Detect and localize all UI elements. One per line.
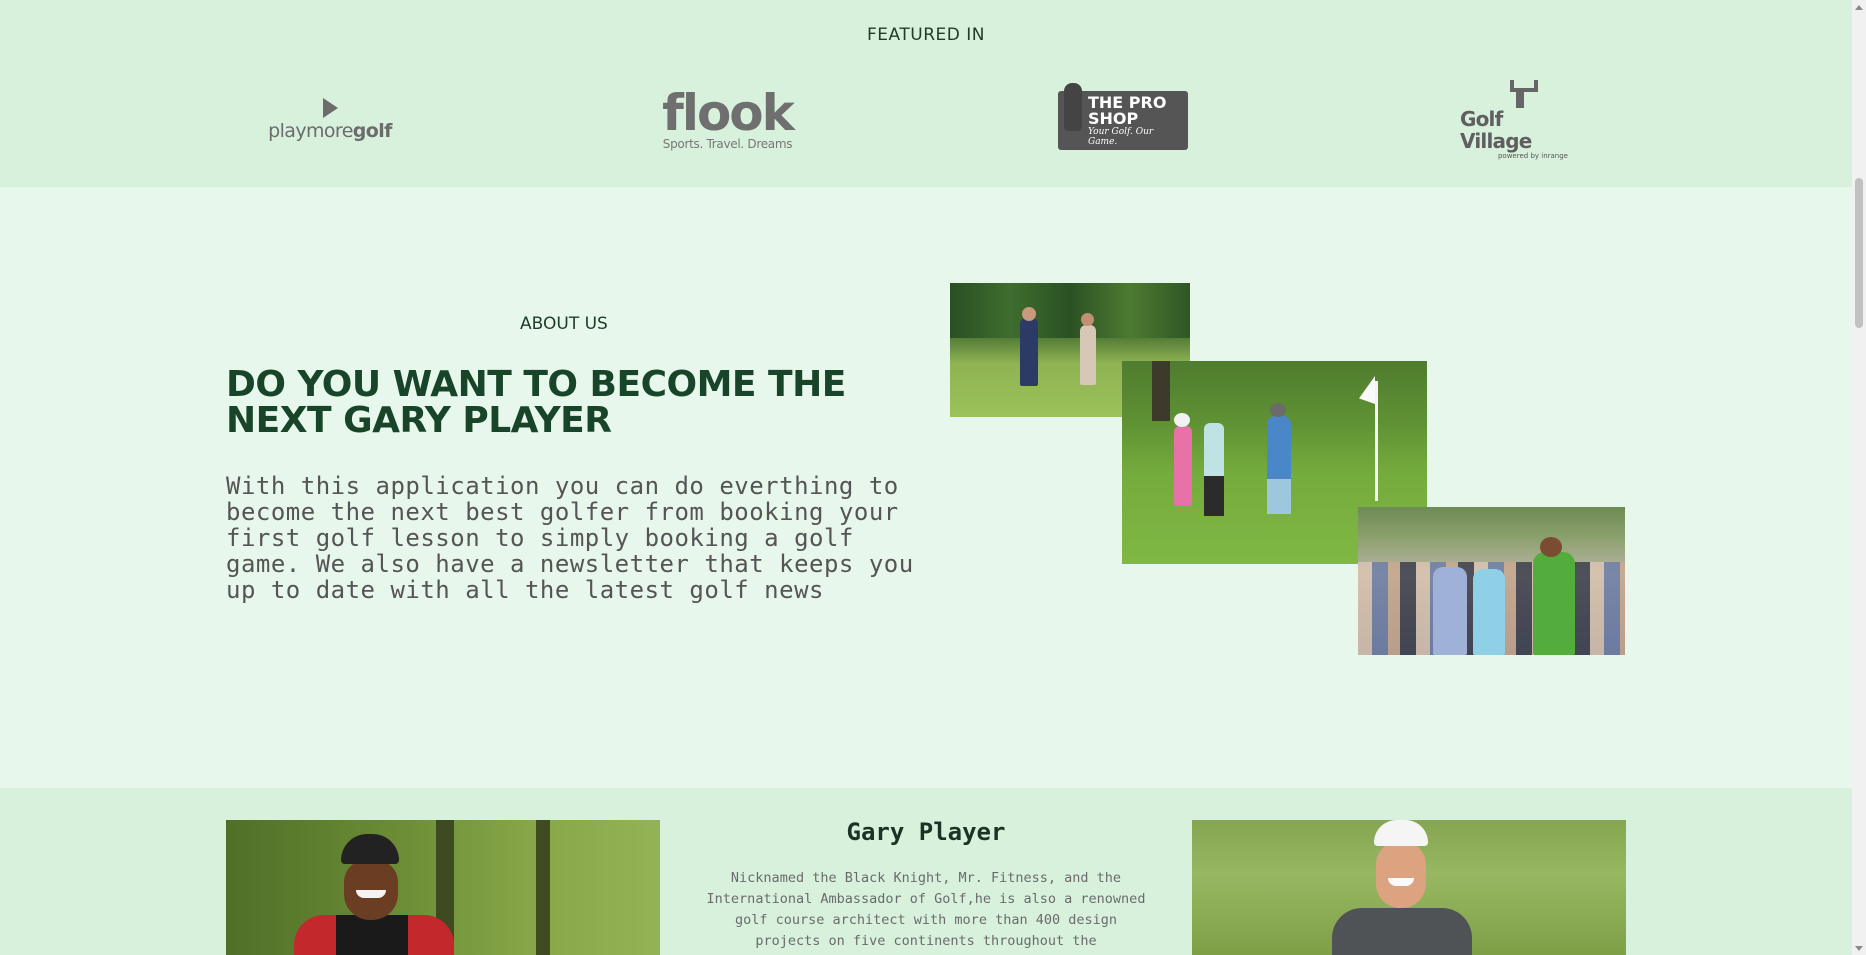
featured-title: FEATURED IN [867, 25, 985, 45]
chevron-up-icon [1855, 4, 1863, 10]
player-name: Gary Player [846, 818, 1006, 846]
player-photo-left [226, 820, 660, 955]
players-section: Gary Player Nicknamed the Black Knight, … [0, 788, 1852, 955]
proshop-badge: THE PRO SHOP Your Golf. Our Game. [1058, 82, 1188, 150]
chevron-down-icon [1855, 945, 1863, 951]
golfvillage-logo-text: Golf Village [1460, 107, 1532, 153]
flook-logo[interactable]: flook Sports. Travel. Dreams [655, 80, 800, 160]
proshop-logo[interactable]: THE PRO SHOP Your Golf. Our Game. [1058, 80, 1188, 160]
playmoregolf-logo[interactable]: playmoregolf [260, 80, 400, 160]
scrollbar-thumb[interactable] [1855, 178, 1863, 328]
golf-crowd-swing-photo [1358, 507, 1625, 655]
proshop-tagline: Your Golf. Our Game. [1088, 126, 1154, 147]
golfvillage-tagline: powered by inrange [1497, 152, 1568, 160]
player-bio: Nicknamed the Black Knight, Mr. Fitness,… [706, 870, 1146, 949]
about-label: ABOUT US [520, 314, 608, 334]
playmoregolf-logo-text: playmoregolf [268, 120, 392, 142]
page: FEATURED IN playmoregolf flook Sports. T… [0, 0, 1852, 955]
about-section: ABOUT US DO YOU WANT TO BECOME THE NEXT … [0, 187, 1852, 788]
golfer-figure-icon [1064, 82, 1082, 131]
featured-section: FEATURED IN playmoregolf flook Sports. T… [0, 0, 1852, 187]
scroll-up-button[interactable] [1852, 0, 1866, 14]
scroll-down-button[interactable] [1852, 941, 1866, 955]
flook-tagline: Sports. Travel. Dreams [662, 137, 793, 151]
flook-logo-text: flook [662, 84, 795, 142]
about-heading: DO YOU WANT TO BECOME THE NEXT GARY PLAY… [226, 364, 846, 441]
about-description: With this application you can do everthi… [226, 472, 914, 604]
golfvillage-logo[interactable]: Golf Village powered by inrange [1460, 80, 1580, 160]
vertical-scrollbar[interactable] [1852, 0, 1866, 955]
play-icon [322, 98, 338, 118]
proshop-logo-text: THE PRO SHOP [1088, 92, 1167, 128]
golf-tee-icon [1507, 80, 1538, 108]
player-photo-right [1192, 820, 1626, 955]
